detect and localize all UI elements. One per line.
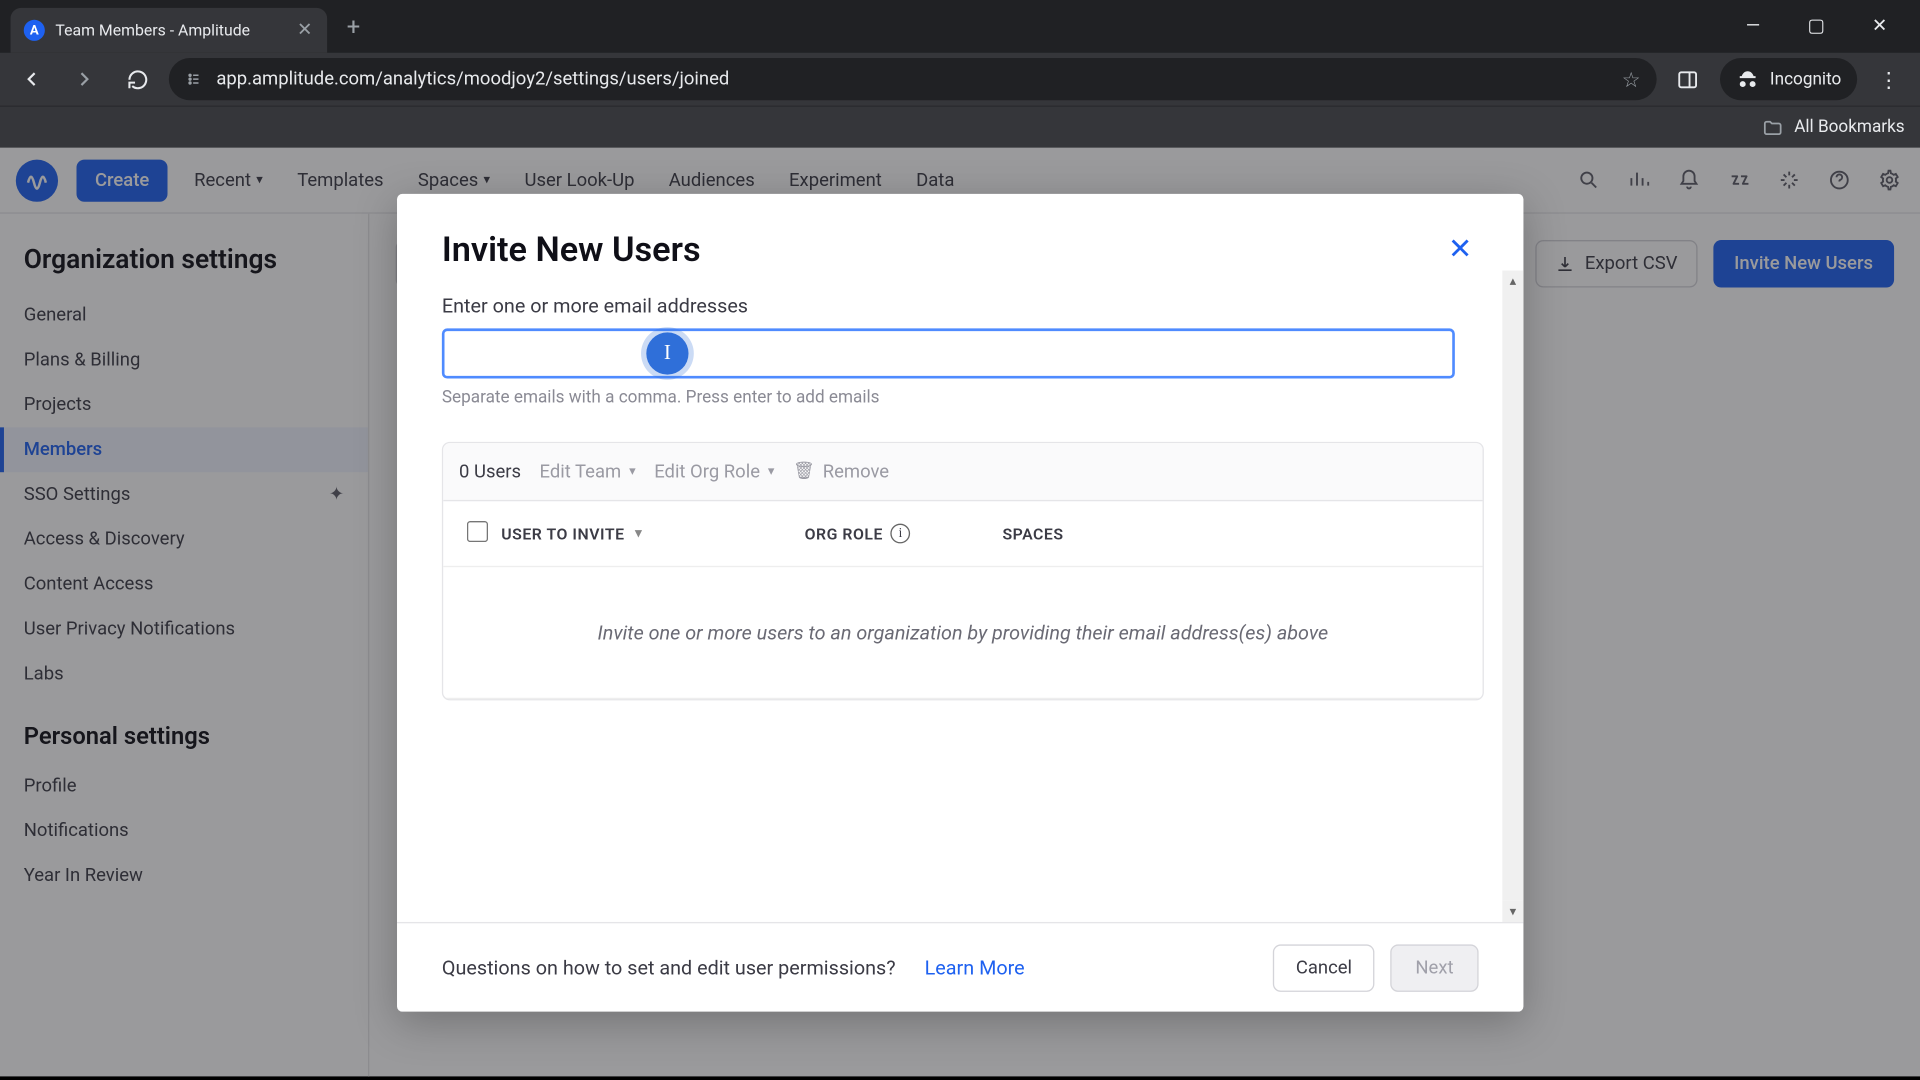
close-modal-button[interactable]: ✕ (1442, 231, 1479, 268)
chevron-down-icon: ▾ (768, 464, 775, 479)
url-text: app.amplitude.com/analytics/moodjoy2/set… (216, 69, 729, 90)
users-count: 0 Users (459, 461, 521, 482)
users-table-panel: 0 Users Edit Team▾ Edit Org Role▾ 🗑Remov… (442, 442, 1484, 701)
edit-org-role-dropdown[interactable]: Edit Org Role▾ (654, 461, 774, 482)
info-icon[interactable]: i (891, 524, 911, 544)
all-bookmarks-link[interactable]: All Bookmarks (1794, 117, 1904, 137)
chrome-menu-icon[interactable]: ⋮ (1868, 58, 1910, 100)
learn-more-link[interactable]: Learn More (925, 956, 1025, 980)
modal-overlay: Invite New Users ✕ Enter one or more ema… (0, 148, 1920, 1077)
cancel-button[interactable]: Cancel (1273, 944, 1374, 991)
chevron-down-icon: ▾ (629, 464, 636, 479)
chrome-window: A Team Members - Amplitude ✕ + — ▢ ✕ app… (0, 0, 1920, 1076)
maximize-icon[interactable]: ▢ (1796, 7, 1836, 47)
column-spaces: SPACES (1002, 524, 1458, 542)
email-hint: Separate emails with a comma. Press ente… (442, 388, 1479, 408)
browser-toolbar: app.amplitude.com/analytics/moodjoy2/set… (0, 53, 1920, 106)
incognito-badge[interactable]: Incognito (1720, 58, 1857, 100)
back-button[interactable] (11, 58, 53, 100)
tab-title: Team Members - Amplitude (55, 21, 285, 39)
amplitude-favicon: A (24, 20, 45, 41)
trash-icon: 🗑 (793, 462, 815, 482)
page-viewport: Create Recent▾ Templates Spaces▾ User Lo… (0, 148, 1920, 1077)
bookmarks-bar: All Bookmarks (0, 106, 1920, 148)
footer-question: Questions on how to set and edit user pe… (442, 956, 896, 980)
sort-icon: ▾ (635, 526, 642, 541)
address-bar[interactable]: app.amplitude.com/analytics/moodjoy2/set… (169, 58, 1657, 100)
scroll-down-icon[interactable]: ▾ (1502, 901, 1523, 922)
bookmark-star-icon[interactable]: ☆ (1622, 67, 1641, 92)
remove-button[interactable]: 🗑Remove (793, 461, 889, 482)
empty-state-text: Invite one or more users to an organizat… (443, 567, 1482, 699)
close-tab-icon[interactable]: ✕ (295, 21, 313, 39)
modal-scrollbar[interactable]: ▴ ▾ (1502, 270, 1523, 922)
column-user[interactable]: USER TO INVITE▾ (501, 524, 804, 542)
next-button[interactable]: Next (1390, 944, 1478, 991)
cursor-indicator: I (646, 332, 688, 374)
email-input[interactable] (442, 328, 1455, 378)
reload-button[interactable] (116, 58, 158, 100)
edit-team-dropdown[interactable]: Edit Team▾ (540, 461, 636, 482)
folder-icon (1763, 117, 1784, 138)
select-all-checkbox[interactable] (467, 521, 488, 542)
incognito-icon (1736, 67, 1760, 91)
incognito-label: Incognito (1770, 69, 1841, 89)
invite-users-modal: Invite New Users ✕ Enter one or more ema… (397, 194, 1523, 1012)
minimize-icon[interactable]: — (1733, 7, 1773, 47)
email-field-label: Enter one or more email addresses (442, 294, 1479, 318)
modal-title: Invite New Users (442, 231, 701, 271)
titlebar: A Team Members - Amplitude ✕ + — ▢ ✕ (0, 0, 1920, 53)
close-window-icon[interactable]: ✕ (1860, 7, 1900, 47)
browser-tab[interactable]: A Team Members - Amplitude ✕ (11, 8, 328, 53)
side-panel-icon[interactable] (1667, 58, 1709, 100)
new-tab-button[interactable]: + (335, 8, 372, 45)
scroll-up-icon[interactable]: ▴ (1502, 270, 1523, 291)
column-org-role: ORG ROLEi (805, 524, 1003, 544)
site-info-icon[interactable] (185, 70, 203, 88)
forward-button[interactable] (63, 58, 105, 100)
